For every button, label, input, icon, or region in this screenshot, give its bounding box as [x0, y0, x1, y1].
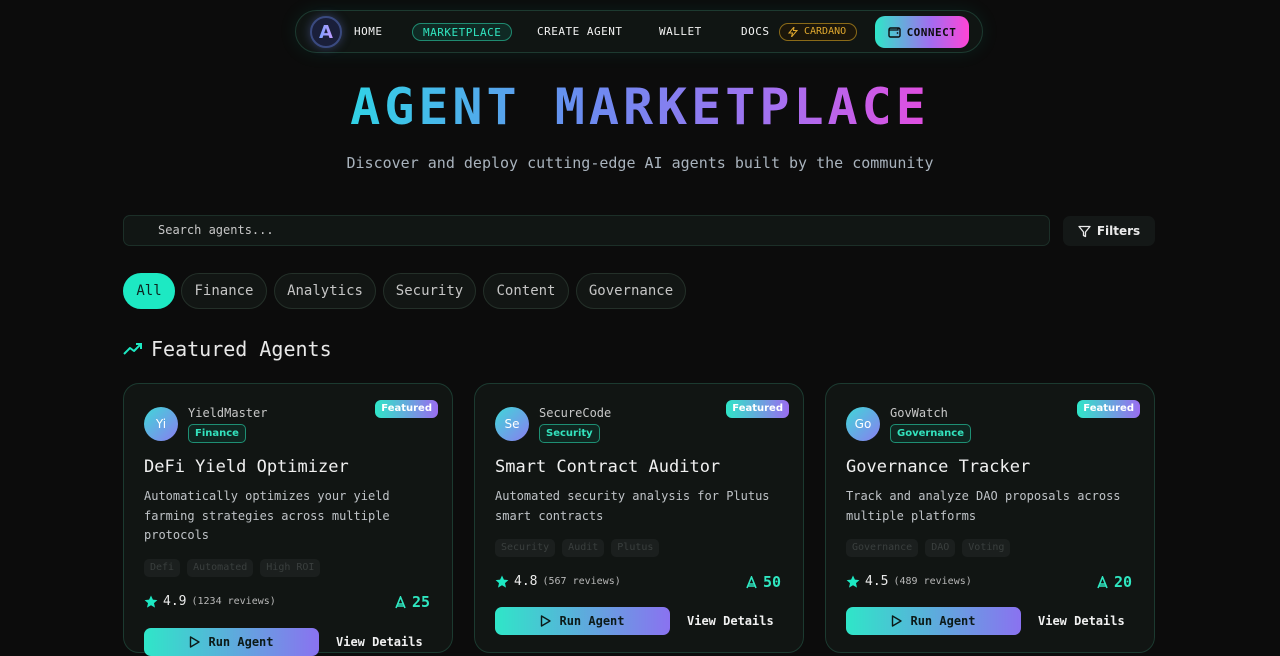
agent-description: Track and analyze DAO proposals across m… — [846, 489, 1121, 523]
tag: DAO — [925, 539, 956, 557]
tag: Defi — [144, 559, 181, 577]
category-security[interactable]: Security — [383, 273, 476, 309]
review-count: (567 reviews) — [542, 576, 621, 587]
tag-list: Security Audit Plutus — [495, 539, 660, 557]
tag: Governance — [846, 539, 919, 557]
cost: 25 — [395, 593, 430, 611]
category-badge: Governance — [890, 424, 972, 443]
cost-value: 50 — [762, 573, 781, 591]
agent-title: Governance Tracker — [846, 457, 1031, 477]
nav-create-agent[interactable]: CREATE AGENT — [537, 23, 622, 41]
tag: Plutus — [611, 539, 660, 557]
network-badge[interactable]: CARDANO — [779, 23, 858, 41]
filters-label: Filters — [1096, 224, 1141, 238]
review-count: (1234 reviews) — [191, 596, 276, 607]
category-governance[interactable]: Governance — [576, 273, 686, 309]
nav-marketplace[interactable]: MARKETPLACE — [412, 23, 513, 41]
agent-card[interactable]: Yi YieldMaster Finance Featured DeFi Yie… — [123, 383, 453, 656]
run-agent-button[interactable]: Run Agent — [144, 628, 319, 656]
rating-value: 4.8 — [514, 574, 538, 589]
section-header: Featured Agents — [123, 337, 332, 361]
category-analytics[interactable]: Analytics — [274, 273, 376, 309]
search-input[interactable] — [158, 223, 1018, 237]
filters-button[interactable]: Filters — [1063, 216, 1155, 246]
run-agent-label: Run Agent — [910, 614, 976, 628]
view-details-link[interactable]: View Details — [1038, 614, 1125, 628]
play-icon — [190, 636, 201, 648]
tag: Security — [495, 539, 556, 557]
rating-value: 4.9 — [163, 594, 187, 609]
category-badge: Finance — [188, 424, 246, 443]
play-icon — [892, 615, 903, 627]
author-name: SecureCode — [539, 406, 612, 420]
view-details-link[interactable]: View Details — [336, 635, 423, 649]
lightning-icon — [788, 27, 798, 37]
author-name: YieldMaster — [188, 406, 268, 420]
page-subtitle: Discover and deploy cutting-edge AI agen… — [346, 154, 934, 172]
page-title-text: AGENT MARKETPLACE — [350, 78, 930, 136]
category-content[interactable]: Content — [483, 273, 569, 309]
wallet-icon — [887, 27, 901, 38]
star-icon — [144, 595, 158, 608]
review-count: (489 reviews) — [893, 576, 972, 587]
agent-card[interactable]: Se SecureCode Security Featured Smart Co… — [474, 383, 804, 653]
featured-badge: Featured — [1077, 400, 1140, 418]
agent-card[interactable]: Go GovWatch Governance Featured Governan… — [825, 383, 1155, 653]
logo[interactable]: A — [310, 16, 342, 48]
agent-title: DeFi Yield Optimizer — [144, 457, 349, 477]
agent-description: Automatically optimizes your yield farmi… — [144, 489, 390, 542]
agent-description: Automated security analysis for Plutus s… — [495, 489, 770, 523]
avatar: Go — [846, 407, 880, 441]
star-icon — [846, 575, 860, 588]
tag: High ROI — [260, 559, 321, 577]
rating: 4.8 (567 reviews) — [495, 574, 621, 589]
section-title: Featured Agents — [151, 337, 332, 361]
play-icon — [541, 615, 552, 627]
logo-letter: A — [319, 21, 333, 43]
connect-button[interactable]: CONNECT — [875, 16, 969, 48]
nav-wallet[interactable]: WALLET — [659, 23, 702, 41]
cost-value: 20 — [1113, 573, 1132, 591]
featured-badge: Featured — [375, 400, 438, 418]
rating: 4.9 (1234 reviews) — [144, 594, 276, 609]
rating: 4.5 (489 reviews) — [846, 574, 972, 589]
cost: 20 — [1097, 573, 1132, 591]
run-agent-button[interactable]: Run Agent — [495, 607, 670, 635]
tag: Voting — [962, 539, 1011, 557]
avatar: Se — [495, 407, 529, 441]
tag: Audit — [562, 539, 605, 557]
ada-icon — [746, 575, 757, 588]
run-agent-button[interactable]: Run Agent — [846, 607, 1021, 635]
trending-up-icon — [123, 343, 142, 355]
star-icon — [495, 575, 509, 588]
nav-docs[interactable]: DOCS — [741, 23, 770, 41]
author-name: GovWatch — [890, 406, 948, 420]
ada-icon — [395, 595, 406, 608]
run-agent-label: Run Agent — [208, 635, 274, 649]
rating-value: 4.5 — [865, 574, 889, 589]
top-navbar: A HOME MARKETPLACE CREATE AGENT WALLET D… — [295, 10, 983, 53]
run-agent-label: Run Agent — [559, 614, 625, 628]
connect-label: CONNECT — [906, 25, 957, 39]
page-title: AGENT MARKETPLACE — [0, 78, 1280, 136]
ada-icon — [1097, 575, 1108, 588]
network-label: CARDANO — [804, 26, 847, 37]
search-bar — [123, 215, 1050, 246]
filter-icon — [1078, 225, 1091, 237]
avatar: Yi — [144, 407, 178, 441]
agent-title: Smart Contract Auditor — [495, 457, 721, 477]
nav-home[interactable]: HOME — [354, 23, 383, 41]
cost-value: 25 — [411, 593, 430, 611]
tag-list: Defi Automated High ROI — [144, 559, 321, 577]
cost: 50 — [746, 573, 781, 591]
category-all[interactable]: All — [123, 273, 175, 309]
view-details-link[interactable]: View Details — [687, 614, 774, 628]
tag: Automated — [187, 559, 254, 577]
category-badge: Security — [539, 424, 600, 443]
tag-list: Governance DAO Voting — [846, 539, 1011, 557]
category-finance[interactable]: Finance — [181, 273, 267, 309]
featured-badge: Featured — [726, 400, 789, 418]
